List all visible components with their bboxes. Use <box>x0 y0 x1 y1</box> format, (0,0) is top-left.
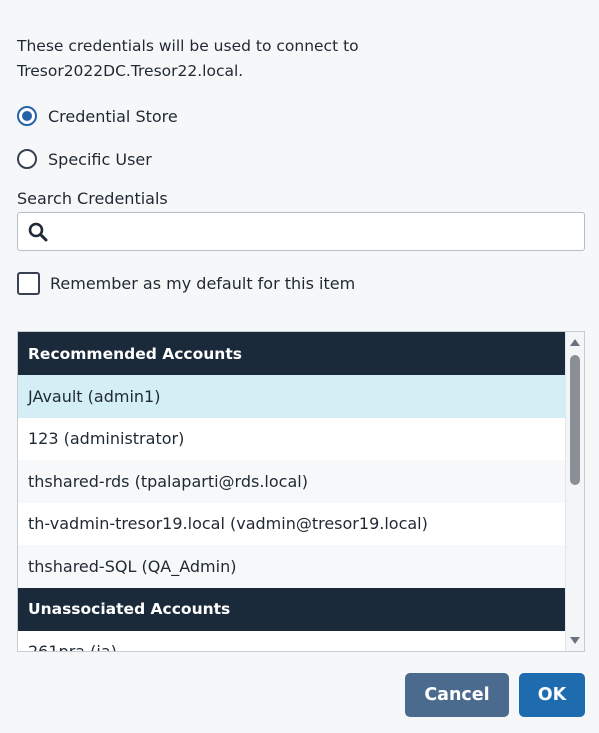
list-scrollbar[interactable] <box>565 332 584 651</box>
account-row[interactable]: thshared-rds (tpalaparti@rds.local) <box>18 460 566 503</box>
recommended-accounts-header: Recommended Accounts <box>18 332 566 375</box>
account-row[interactable]: th-vadmin-tresor19.local (vadmin@tresor1… <box>18 503 566 546</box>
accounts-list[interactable]: Recommended Accounts JAvault (admin1) 12… <box>17 331 585 652</box>
credential-store-radio[interactable] <box>17 106 37 126</box>
specific-user-radio[interactable] <box>17 149 37 169</box>
search-field[interactable] <box>17 212 585 251</box>
scroll-up-icon[interactable] <box>570 339 580 346</box>
search-label: Search Credentials <box>17 189 168 208</box>
specific-user-option[interactable]: Specific User <box>17 149 152 169</box>
cancel-button[interactable]: Cancel <box>405 673 509 717</box>
scroll-thumb[interactable] <box>570 355 580 485</box>
account-row[interactable]: 261pra (ia) <box>18 631 566 651</box>
specific-user-label: Specific User <box>48 149 152 169</box>
account-row[interactable]: 123 (administrator) <box>18 418 566 461</box>
credential-store-label: Credential Store <box>48 106 178 126</box>
credentials-dialog: These credentials will be used to connec… <box>0 0 599 733</box>
accounts-list-content: Recommended Accounts JAvault (admin1) 12… <box>18 332 566 651</box>
remember-default-checkbox[interactable] <box>17 272 40 295</box>
credential-store-option[interactable]: Credential Store <box>17 106 178 126</box>
search-input[interactable] <box>48 213 584 250</box>
account-row[interactable]: JAvault (admin1) <box>18 375 566 418</box>
unassociated-accounts-header: Unassociated Accounts <box>18 587 566 631</box>
remember-default-option[interactable]: Remember as my default for this item <box>17 272 355 295</box>
ok-button[interactable]: OK <box>519 673 585 717</box>
account-row[interactable]: thshared-SQL (QA_Admin) <box>18 545 566 588</box>
search-icon <box>28 222 48 241</box>
remember-default-label: Remember as my default for this item <box>50 274 356 293</box>
scroll-down-icon[interactable] <box>570 637 580 644</box>
intro-text: These credentials will be used to connec… <box>17 37 359 80</box>
